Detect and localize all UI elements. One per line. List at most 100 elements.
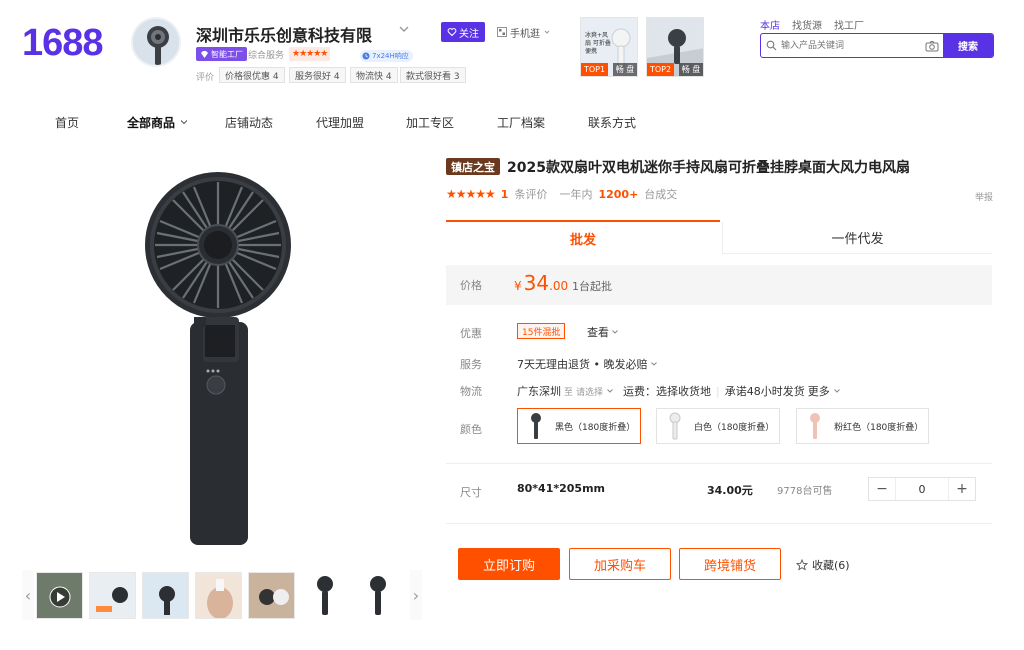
smart-factory-badge: 智能工厂 [196,47,247,61]
top-rank-tag: TOP1 [581,63,609,76]
fan-avatar-icon [133,19,179,65]
camera-icon[interactable] [921,34,943,57]
thumbnail[interactable] [248,572,295,619]
promo-tag: 15件混批 [517,323,566,339]
size-value: 80*41*205mm [517,482,606,495]
plus-icon[interactable]: + [949,478,975,500]
search-scope-tabs: 本店 找货源 找工厂 [760,17,864,32]
thumbnail[interactable] [89,572,136,619]
review-label[interactable]: 条评价 [514,186,547,202]
add-to-cart-button[interactable]: 加采购车 [569,548,671,580]
color-option-label: 粉红色（180度折叠） [834,422,924,433]
divider [446,463,992,464]
price-box: 价格 ¥ 34 .00 1台起批 [446,265,992,305]
qr-code-icon [497,27,507,37]
color-option-pink[interactable]: 粉红色（180度折叠） [796,408,929,444]
chevron-down-icon [651,362,658,366]
mobile-browse-button[interactable]: 手机逛 [493,22,555,42]
ship-to-select[interactable]: 请选择 [576,385,603,398]
thumbnail-strip: ‹ › [22,570,426,622]
color-option-white[interactable]: 白色（180度折叠） [656,408,780,444]
main-product-image[interactable] [55,157,395,557]
eval-tag: 服务很好 4 [289,67,346,83]
search-input[interactable] [781,34,921,57]
tab-wholesale[interactable]: 批发 [446,220,720,254]
fan-pink-icon [803,412,826,440]
chevron-down-icon[interactable] [833,387,841,395]
review-count[interactable]: 1 [501,188,509,201]
thumbnail[interactable] [142,572,189,619]
top-product-2[interactable]: TOP2 畅 盘 [646,17,704,77]
eval-tag: 款式很好看 3 [400,67,466,83]
quantity-stepper: − 0 + [868,477,976,501]
report-link[interactable]: 举报 [975,190,993,203]
chevron-down-icon [544,30,550,34]
chevron-right-icon[interactable]: › [410,570,422,620]
nav-contact[interactable]: 联系方式 [588,114,636,131]
handheld-fan-image [145,172,291,545]
top-rank-tag: TOP2 [647,63,675,76]
top-product-caption: 冰爽+风扇 可折叠便携 [585,32,611,55]
nav-shop-news[interactable]: 店铺动态 [225,114,273,131]
nav-agent-join[interactable]: 代理加盟 [316,114,364,131]
service-label: 服务 [460,358,482,371]
tab-dropship[interactable]: 一件代发 [722,222,992,254]
promo-view-button[interactable]: 查看 [587,324,619,340]
rating-stars: ★★★★★ [446,187,496,201]
quantity-input[interactable]: 0 [895,478,949,500]
minus-icon[interactable]: − [869,478,895,500]
eval-tag: 物流快 4 [350,67,398,83]
eval-tag: 价格很优惠 4 [219,67,285,83]
response-24h-badge: 7x24H响应 [360,50,413,62]
minimum-order: 1台起批 [572,280,612,293]
thumbnail[interactable] [301,572,348,619]
follow-button[interactable]: 关注 [441,22,485,42]
nav-all-products[interactable]: 全部商品 [127,114,175,131]
site-logo[interactable]: 1688 [22,22,104,65]
color-option-label: 白色（180度折叠） [694,422,775,433]
price-value: ¥ 34 .00 [514,271,569,295]
search-tab-factory[interactable]: 找工厂 [834,17,864,32]
rating-row: ★★★★★ 1 条评价 一年内 1200+ 台成交 [446,186,677,202]
video-play-icon [37,573,82,618]
service-info[interactable]: 7天无理由退货 • 晚发必赔 [517,356,658,372]
store-treasure-badge: 镇店之宝 [446,158,500,175]
thumbnail[interactable] [195,572,242,619]
nav-processing[interactable]: 加工专区 [406,114,454,131]
nav-home[interactable]: 首页 [55,114,79,131]
size-price: 34.00元 [707,484,753,497]
shop-avatar[interactable] [131,17,181,67]
top-product-1[interactable]: 冰爽+风扇 可折叠便携 TOP1 畅 盘 [580,17,638,77]
sales-count: 1200+ [598,187,639,201]
buy-now-button[interactable]: 立即订购 [458,548,560,580]
heart-plus-icon [447,28,457,37]
color-option-black[interactable]: 黑色（180度折叠） [517,408,641,444]
price-label: 价格 [460,279,482,292]
chevron-down-icon[interactable] [179,117,189,127]
chevron-down-icon[interactable] [606,387,614,395]
search-button[interactable]: 搜索 [943,34,993,57]
logistics-more[interactable]: 更多 [808,383,830,399]
ship-to-prefix: 至 [564,387,574,398]
shop-nav: 首页 全部商品 店铺动态 代理加盟 加工专区 工厂档案 联系方式 [0,96,1024,148]
shop-name[interactable]: 深圳市乐乐创意科技有限 [196,22,372,46]
favorite-button[interactable]: 收藏(6) [796,557,850,573]
color-label: 颜色 [460,423,482,436]
follow-label: 关注 [459,28,479,40]
ship-promise: 承诺48小时发货 [724,385,805,398]
top-sale-tag: 畅 盘 [613,63,637,76]
search-tab-source[interactable]: 找货源 [792,17,822,32]
cross-border-button[interactable]: 跨境铺货 [679,548,781,580]
mobile-browse-label: 手机逛 [510,28,540,40]
fan-white-icon [663,412,686,440]
thumbnail-video[interactable] [36,572,83,619]
nav-factory-profile[interactable]: 工厂档案 [497,114,545,131]
chevron-left-icon[interactable]: ‹ [22,570,34,620]
search-icon [761,34,781,57]
search-tab-shop[interactable]: 本店 [760,17,780,32]
chevron-down-icon[interactable] [397,22,411,36]
top-sale-tag: 畅 盘 [679,63,703,76]
promo-label: 优惠 [460,327,482,340]
thumbnail[interactable] [354,572,401,619]
product-title: 2025款双扇叶双电机迷你手持风扇可折叠挂脖桌面大风力电风扇 [507,160,910,176]
